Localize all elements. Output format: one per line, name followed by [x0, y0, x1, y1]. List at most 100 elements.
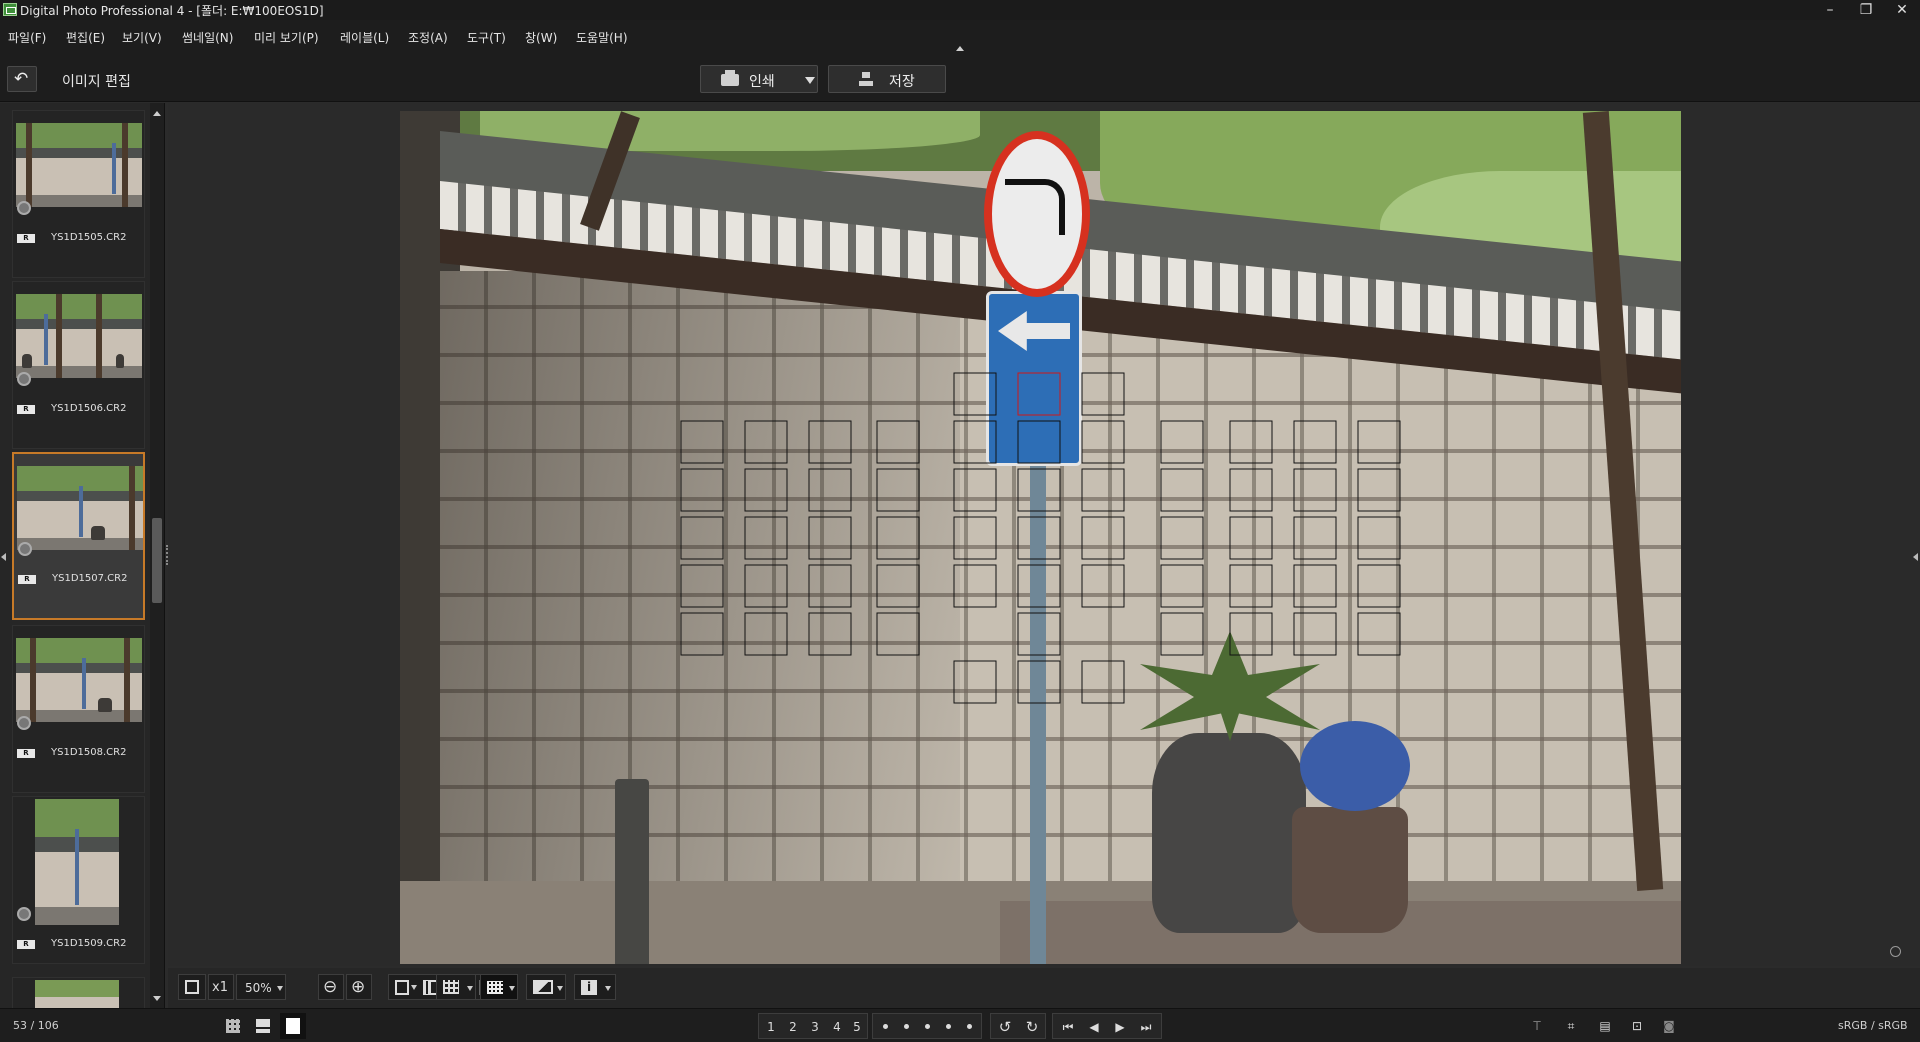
crop-tool-icon[interactable]: ⌗ — [1558, 1013, 1584, 1039]
thumbnail-item-selected[interactable]: R YS1D1507.CR2 — [12, 452, 145, 620]
zoom-level-value: 50% — [245, 981, 272, 995]
tool-palette-group: T ⌗ ▤ ⊡ ◙ — [1524, 1013, 1684, 1039]
minimize-button[interactable]: – — [1812, 0, 1848, 20]
menu-window[interactable]: 창(W) — [525, 29, 557, 46]
af-points-button[interactable] — [480, 974, 518, 1000]
collapse-right-panel-icon[interactable] — [1913, 553, 1918, 561]
zoom-100-button[interactable]: x1 — [208, 974, 234, 1000]
last-image-icon[interactable]: ⏭ — [1133, 1014, 1159, 1040]
back-button[interactable]: ↶ — [7, 66, 37, 92]
text-tool-icon[interactable]: T — [1524, 1013, 1550, 1039]
zoom-100-label: x1 — [212, 980, 228, 995]
star-dot-icon[interactable] — [904, 1024, 909, 1029]
edit-status-icon — [17, 907, 31, 921]
zoom-dropdown-icon — [277, 986, 283, 991]
menu-tools[interactable]: 도구(T) — [467, 29, 506, 46]
preview-image — [400, 111, 1681, 964]
filmstrip-panel: R YS1D1505.CR2 R YS1D1506.CR2 R YS1D1507… — [0, 103, 165, 1009]
zoom-level-select[interactable]: 50% — [236, 974, 286, 1000]
star-dot-icon[interactable] — [967, 1024, 972, 1029]
fit-screen-button[interactable] — [178, 974, 206, 1000]
raw-badge: R — [17, 940, 35, 949]
menu-file[interactable]: 파일(F) — [8, 29, 46, 46]
thumbnail-item[interactable]: R YS1D1506.CR2 — [12, 281, 145, 449]
zoom-out-button[interactable]: ⊖ — [318, 974, 344, 1000]
edit-status-icon — [17, 716, 31, 730]
collapse-toolbar-icon[interactable] — [956, 46, 964, 51]
color-space-label: sRGB / sRGB — [1838, 1019, 1908, 1032]
rotate-group: ↺ ↻ — [990, 1013, 1046, 1039]
restore-button[interactable]: ❐ — [1848, 0, 1884, 20]
app-window: Digital Photo Professional 4 - [폴더: E:₩1… — [0, 0, 1920, 1042]
raw-badge: R — [17, 749, 35, 758]
edit-view-icon — [286, 1018, 300, 1034]
previous-image-icon[interactable]: ◀ — [1081, 1014, 1107, 1040]
rating-1-button[interactable]: 1 — [761, 1014, 781, 1040]
scrollbar-thumb[interactable] — [152, 518, 162, 603]
title-bar: Digital Photo Professional 4 - [폴더: E:₩1… — [0, 0, 1920, 20]
rating-4-button[interactable]: 4 — [827, 1014, 847, 1040]
main-toolbar: ↶ 이미지 편집 인쇄 저장 — [0, 56, 1920, 102]
print-dropdown-icon[interactable] — [805, 77, 815, 84]
menu-thumbnail[interactable]: 썸네일(N) — [182, 29, 233, 46]
filmstrip-view-button[interactable] — [250, 1013, 276, 1039]
fit-screen-icon — [185, 980, 199, 994]
star-dot-icon[interactable] — [925, 1024, 930, 1029]
rating-5-button[interactable]: 5 — [847, 1014, 867, 1040]
menu-adjust[interactable]: 조정(A) — [408, 29, 448, 46]
rating-2-button[interactable]: 2 — [783, 1014, 803, 1040]
view-toolbar: x1 50% ⊖ ⊕ i — [168, 968, 1920, 1008]
menu-label[interactable]: 레이블(L) — [340, 29, 389, 46]
menu-preview[interactable]: 미리 보기(P) — [254, 29, 319, 46]
back-arrow-icon: ↶ — [14, 69, 29, 89]
thumbnail-filename: YS1D1507.CR2 — [52, 573, 128, 584]
menu-view[interactable]: 보기(V) — [122, 29, 162, 46]
edit-status-icon — [18, 542, 32, 556]
menu-edit[interactable]: 편집(E) — [66, 29, 105, 46]
thumbnail-item[interactable]: R YS1D1508.CR2 — [12, 625, 145, 793]
scroll-up-icon[interactable] — [153, 111, 161, 116]
single-view-icon[interactable] — [395, 980, 409, 995]
printer-icon — [721, 70, 739, 86]
collapse-left-panel-icon[interactable] — [1, 553, 6, 561]
thumbnail-image — [35, 980, 119, 1009]
highlight-warning-button[interactable] — [526, 974, 566, 1000]
first-image-icon[interactable]: ⏮ — [1055, 1014, 1081, 1040]
star-dot-icon[interactable] — [883, 1024, 888, 1029]
dust-delete-icon[interactable]: ⊡ — [1624, 1013, 1650, 1039]
menu-help[interactable]: 도움말(H) — [576, 29, 628, 46]
thumbnail-item[interactable]: R YS1D1509.CR2 — [12, 796, 145, 964]
thumbnail-image — [16, 638, 142, 722]
grid-button[interactable] — [436, 974, 476, 1000]
scroll-down-icon[interactable] — [153, 996, 161, 1001]
highlight-warning-icon — [533, 980, 553, 994]
rotate-right-icon[interactable]: ↻ — [1019, 1014, 1045, 1040]
zoom-in-button[interactable]: ⊕ — [346, 974, 372, 1000]
print-button[interactable]: 인쇄 — [700, 65, 818, 93]
info-dropdown-icon — [605, 986, 611, 991]
close-button[interactable]: ✕ — [1884, 0, 1920, 20]
single-view-dropdown-icon[interactable] — [411, 985, 417, 990]
save-button[interactable]: 저장 — [828, 65, 946, 93]
navigation-group: ⏮ ◀ ▶ ⏭ — [1052, 1013, 1162, 1039]
info-button[interactable]: i — [574, 974, 616, 1000]
filmstrip-scrollbar[interactable] — [150, 103, 164, 1008]
histogram-icon[interactable]: ▤ — [1592, 1013, 1618, 1039]
edit-view-button[interactable] — [280, 1013, 306, 1039]
thumbnail-item[interactable] — [12, 977, 145, 1009]
save-icon — [859, 72, 873, 86]
raw-badge: R — [17, 405, 35, 414]
rotate-left-icon[interactable]: ↺ — [992, 1014, 1018, 1040]
image-count: 53 / 106 — [13, 1019, 59, 1032]
edit-status-icon — [17, 201, 31, 215]
fit-icon[interactable] — [1890, 946, 1901, 957]
grid-icon — [443, 980, 459, 994]
mode-title: 이미지 편집 — [62, 74, 131, 90]
thumbnail-item[interactable]: R YS1D1505.CR2 — [12, 110, 145, 278]
next-image-icon[interactable]: ▶ — [1107, 1014, 1133, 1040]
menu-bar: 파일(F) 편집(E) 보기(V) 썸네일(N) 미리 보기(P) 레이블(L)… — [0, 20, 1920, 56]
rating-3-button[interactable]: 3 — [805, 1014, 825, 1040]
star-dot-icon[interactable] — [946, 1024, 951, 1029]
thumbnail-view-button[interactable] — [220, 1013, 246, 1039]
camera-icon[interactable]: ◙ — [1656, 1013, 1682, 1039]
